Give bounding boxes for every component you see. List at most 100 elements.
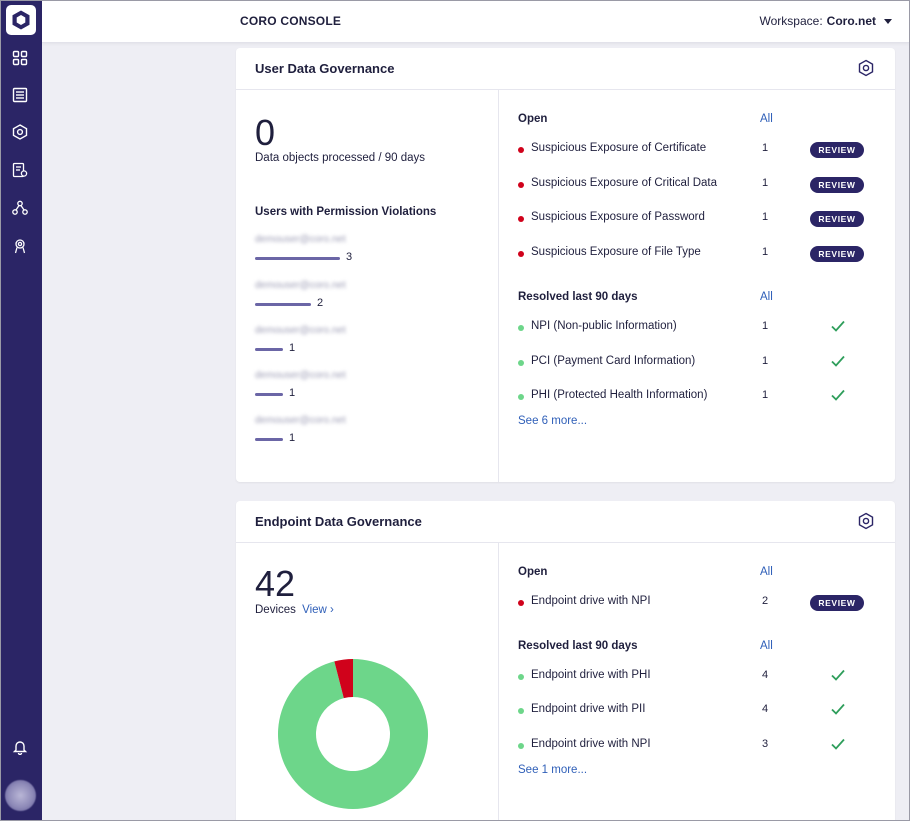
devices-line: Devices View › xyxy=(255,604,334,616)
review-button[interactable]: REVIEW xyxy=(810,177,864,193)
item-count: 4 xyxy=(762,669,769,681)
processed-count: 0 xyxy=(255,112,276,153)
violation-bar xyxy=(255,348,283,351)
violation-row: demouser@coro.net 2 xyxy=(255,280,475,320)
violation-user-email: demouser@coro.net xyxy=(255,280,346,291)
review-button[interactable]: REVIEW xyxy=(810,142,864,158)
card-title: Endpoint Data Governance xyxy=(255,514,422,529)
see-more-link[interactable]: See 1 more... xyxy=(518,764,587,776)
item-label: NPI (Non-public Information) xyxy=(531,320,677,332)
green-dot-icon xyxy=(518,325,524,331)
view-devices-link[interactable]: View › xyxy=(302,604,334,616)
item-count: 1 xyxy=(762,246,769,258)
resolved-item-row: Endpoint drive with PHI 4 xyxy=(518,669,864,687)
devices-donut-chart xyxy=(278,659,428,809)
item-count: 1 xyxy=(762,355,769,367)
review-button[interactable]: REVIEW xyxy=(810,246,864,262)
item-count: 1 xyxy=(762,211,769,223)
resolved-item-row: PHI (Protected Health Information) 1 xyxy=(518,389,864,407)
endpoint-data-governance-card: Endpoint Data Governance 42 Devices View… xyxy=(236,501,895,821)
item-label: Suspicious Exposure of File Type xyxy=(531,246,701,258)
violation-count: 1 xyxy=(289,387,296,399)
list-icon[interactable] xyxy=(10,85,30,105)
red-dot-icon xyxy=(518,147,524,153)
violation-bar xyxy=(255,257,340,260)
violation-bar xyxy=(255,303,311,306)
open-all-link[interactable]: All xyxy=(760,566,773,578)
dashboard-icon[interactable] xyxy=(10,48,30,68)
see-more-link[interactable]: See 6 more... xyxy=(518,415,587,427)
settings-hex-icon[interactable] xyxy=(857,512,875,530)
top-header: CORO CONSOLE Workspace: Coro.net xyxy=(42,0,910,43)
network-icon[interactable] xyxy=(10,198,30,218)
violation-row: demouser@coro.net 3 xyxy=(255,234,475,274)
resolved-item-row: Endpoint drive with PII 4 xyxy=(518,703,864,721)
sidebar xyxy=(0,0,42,821)
resolved-item-row: Endpoint drive with NPI 3 xyxy=(518,738,864,756)
review-button[interactable]: REVIEW xyxy=(810,211,864,227)
green-dot-icon xyxy=(518,360,524,366)
violation-row: demouser@coro.net 1 xyxy=(255,325,475,365)
violation-user-email: demouser@coro.net xyxy=(255,415,346,426)
open-item-row: Endpoint drive with NPI 2 REVIEW xyxy=(518,595,864,613)
open-item-row: Suspicious Exposure of Password 1 REVIEW xyxy=(518,211,864,229)
hexagon-logo-icon xyxy=(12,10,30,30)
violations-title: Users with Permission Violations xyxy=(255,206,437,218)
workspace-label: Workspace: xyxy=(759,14,823,28)
open-item-row: Suspicious Exposure of Certificate 1 REVIE… xyxy=(518,142,864,160)
resolved-title: Resolved last 90 days xyxy=(518,640,638,652)
console-title: CORO CONSOLE xyxy=(240,14,342,28)
resolved-item-row: NPI (Non-public Information) 1 xyxy=(518,320,864,338)
violation-count: 1 xyxy=(289,342,296,354)
open-all-link[interactable]: All xyxy=(760,113,773,125)
violation-count: 2 xyxy=(317,297,324,309)
item-count: 1 xyxy=(762,320,769,332)
resolved-all-link[interactable]: All xyxy=(760,291,773,303)
violation-bar xyxy=(255,393,283,396)
card-title: User Data Governance xyxy=(255,61,395,76)
violation-user-email: demouser@coro.net xyxy=(255,370,346,381)
resolved-title: Resolved last 90 days xyxy=(518,291,638,303)
violation-user-email: demouser@coro.net xyxy=(255,234,346,245)
resolved-item-row: PCI (Payment Card Information) 1 xyxy=(518,355,864,373)
item-label: Endpoint drive with NPI xyxy=(531,595,651,607)
red-dot-icon xyxy=(518,216,524,222)
open-title: Open xyxy=(518,113,548,125)
review-button[interactable]: REVIEW xyxy=(810,595,864,611)
red-dot-icon xyxy=(518,600,524,606)
item-count: 2 xyxy=(762,595,769,607)
open-item-row: Suspicious Exposure of Critical Data 1 REV… xyxy=(518,177,864,195)
item-count: 1 xyxy=(762,389,769,401)
shield-hex-icon[interactable] xyxy=(10,122,30,142)
item-label: PHI (Protected Health Information) xyxy=(531,389,708,401)
item-label: Suspicious Exposure of Certificate xyxy=(531,142,707,154)
item-label: Endpoint drive with PII xyxy=(531,703,646,715)
item-label: Endpoint drive with PHI xyxy=(531,669,651,681)
violation-count: 3 xyxy=(346,251,353,263)
red-dot-icon xyxy=(518,251,524,257)
user-badge-icon[interactable] xyxy=(10,236,30,256)
caret-down-icon xyxy=(884,18,892,24)
item-count: 1 xyxy=(762,177,769,189)
workspace-value: Coro.net xyxy=(826,14,876,28)
violation-bar xyxy=(255,438,283,441)
bell-icon[interactable] xyxy=(10,737,30,757)
item-label: PCI (Payment Card Information) xyxy=(531,355,696,367)
green-dot-icon xyxy=(518,708,524,714)
violation-count: 1 xyxy=(289,432,296,444)
green-dot-icon xyxy=(518,674,524,680)
workspace-selector[interactable]: Workspace: Coro.net xyxy=(760,14,892,28)
item-label: Suspicious Exposure of Password xyxy=(531,211,705,223)
coro-logo[interactable] xyxy=(6,5,36,35)
settings-doc-icon[interactable] xyxy=(10,160,30,180)
devices-count: 42 xyxy=(255,563,296,604)
violation-user-email: demouser@coro.net xyxy=(255,325,346,336)
item-label: Suspicious Exposure of Critical Data xyxy=(531,177,717,189)
violation-row: demouser@coro.net 1 xyxy=(255,370,475,410)
resolved-all-link[interactable]: All xyxy=(760,640,773,652)
settings-hex-icon[interactable] xyxy=(857,59,875,77)
green-dot-icon xyxy=(518,394,524,400)
open-title: Open xyxy=(518,566,548,578)
avatar[interactable] xyxy=(5,780,36,811)
processed-label: Data objects processed / 90 days xyxy=(255,152,426,164)
